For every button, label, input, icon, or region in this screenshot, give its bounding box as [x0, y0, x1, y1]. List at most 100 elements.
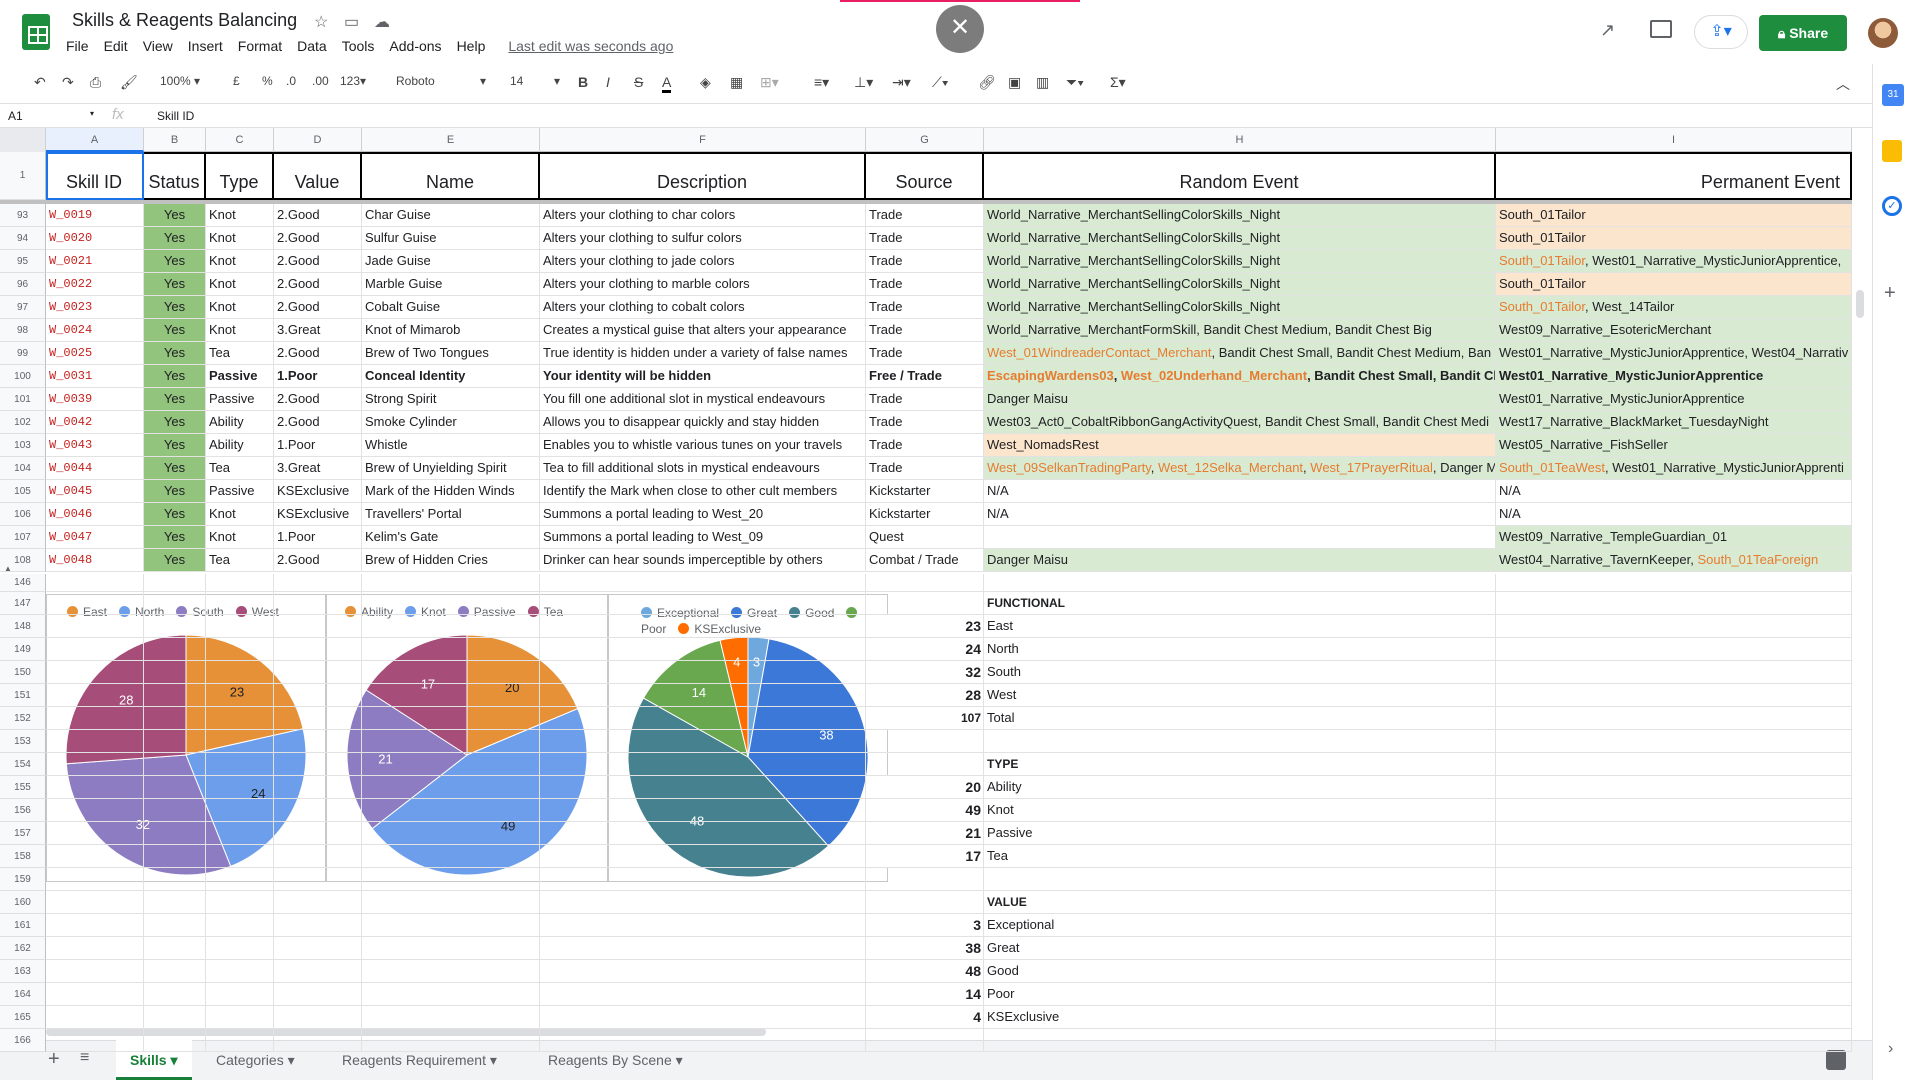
- italic-icon[interactable]: I: [606, 74, 610, 90]
- empty-cell[interactable]: [540, 638, 866, 661]
- cell-description[interactable]: Alters your clothing to char colors: [540, 204, 866, 227]
- empty-cell[interactable]: [1496, 776, 1852, 799]
- name-box[interactable]: A1 ▾: [8, 109, 94, 123]
- empty-cell[interactable]: [206, 638, 274, 661]
- print-icon[interactable]: ⎙: [90, 74, 101, 91]
- empty-cell[interactable]: [46, 868, 144, 891]
- empty-cell[interactable]: [206, 960, 274, 983]
- cell-value[interactable]: 2.Good: [274, 388, 362, 411]
- cell-description[interactable]: Summons a portal leading to West_09: [540, 526, 866, 549]
- empty-cell[interactable]: [540, 822, 866, 845]
- menu-help[interactable]: Help: [457, 38, 486, 54]
- functions-icon[interactable]: Σ▾: [1110, 74, 1126, 91]
- empty-cell[interactable]: [46, 914, 144, 937]
- empty-cell[interactable]: [362, 845, 540, 868]
- row-header[interactable]: 105: [0, 480, 46, 503]
- cell-description[interactable]: Creates a mystical guise that alters you…: [540, 319, 866, 342]
- empty-cell[interactable]: [144, 615, 206, 638]
- text-color-icon[interactable]: A: [662, 74, 672, 93]
- cell-description[interactable]: You fill one additional slot in mystical…: [540, 388, 866, 411]
- empty-cell[interactable]: [274, 1006, 362, 1029]
- cell-permanent-event[interactable]: South_01Tailor: [1496, 204, 1852, 227]
- add-addon-icon[interactable]: +: [1884, 282, 1896, 305]
- empty-cell[interactable]: [362, 822, 540, 845]
- cell-source[interactable]: Kickstarter: [866, 480, 984, 503]
- summary-count[interactable]: 38: [866, 937, 984, 960]
- empty-cell[interactable]: [144, 983, 206, 1006]
- empty-cell[interactable]: [144, 753, 206, 776]
- cell-name[interactable]: Mark of the Hidden Winds: [362, 480, 540, 503]
- cell-permanent-event[interactable]: South_01Tailor: [1496, 273, 1852, 296]
- empty-cell[interactable]: [540, 730, 866, 753]
- cell-skill-id[interactable]: W_0022: [46, 273, 144, 296]
- empty-cell[interactable]: [144, 661, 206, 684]
- menu-insert[interactable]: Insert: [188, 38, 223, 54]
- empty-cell[interactable]: [540, 592, 866, 615]
- empty-cell[interactable]: [46, 799, 144, 822]
- row-header[interactable]: 160: [0, 891, 46, 914]
- empty-cell[interactable]: [274, 983, 362, 1006]
- cell-permanent-event[interactable]: West09_Narrative_EsotericMerchant: [1496, 319, 1852, 342]
- avatar[interactable]: [1868, 18, 1898, 48]
- empty-cell[interactable]: [866, 730, 984, 753]
- empty-cell[interactable]: [274, 574, 362, 592]
- summary-count[interactable]: 49: [866, 799, 984, 822]
- cell-description[interactable]: Identify the Mark when close to other cu…: [540, 480, 866, 503]
- empty-cell[interactable]: [206, 1029, 274, 1052]
- cell-type[interactable]: Passive: [206, 365, 274, 388]
- row-header[interactable]: 162: [0, 937, 46, 960]
- empty-cell[interactable]: [1496, 684, 1852, 707]
- menu-view[interactable]: View: [143, 38, 173, 54]
- cell-random-event[interactable]: World_Narrative_MerchantSellingColorSkil…: [984, 250, 1496, 273]
- filter-icon[interactable]: ⏷▾: [1066, 74, 1084, 91]
- header-type[interactable]: Type: [206, 152, 274, 200]
- cell-value[interactable]: 3.Great: [274, 457, 362, 480]
- cell-random-event[interactable]: Danger Maisu: [984, 388, 1496, 411]
- empty-cell[interactable]: [206, 592, 274, 615]
- empty-cell[interactable]: [274, 937, 362, 960]
- empty-cell[interactable]: [206, 1006, 274, 1029]
- row-header[interactable]: 100: [0, 365, 46, 388]
- cell-type[interactable]: Knot: [206, 250, 274, 273]
- cell-name[interactable]: Cobalt Guise: [362, 296, 540, 319]
- empty-cell[interactable]: [46, 615, 144, 638]
- cell-name[interactable]: Conceal Identity: [362, 365, 540, 388]
- empty-cell[interactable]: [274, 615, 362, 638]
- cell-name[interactable]: Smoke Cylinder: [362, 411, 540, 434]
- header-skill-id[interactable]: Skill ID: [46, 152, 144, 200]
- row-header[interactable]: 164: [0, 983, 46, 1006]
- cell-skill-id[interactable]: W_0045: [46, 480, 144, 503]
- summary-count[interactable]: 14: [866, 983, 984, 1006]
- empty-cell[interactable]: [362, 638, 540, 661]
- cell-type[interactable]: Knot: [206, 296, 274, 319]
- row-header[interactable]: 102: [0, 411, 46, 434]
- cell-random-event[interactable]: World_Narrative_MerchantFormSkill, Bandi…: [984, 319, 1496, 342]
- cell-permanent-event[interactable]: South_01TeaWest, West01_Narrative_Mystic…: [1496, 457, 1852, 480]
- cell-random-event[interactable]: N/A: [984, 503, 1496, 526]
- column-header-c[interactable]: C: [206, 128, 274, 152]
- cell-source[interactable]: Trade: [866, 319, 984, 342]
- cell-value[interactable]: 1.Poor: [274, 365, 362, 388]
- cell-permanent-event[interactable]: N/A: [1496, 503, 1852, 526]
- cell-random-event[interactable]: World_Narrative_MerchantSellingColorSkil…: [984, 204, 1496, 227]
- cell-skill-id[interactable]: W_0046: [46, 503, 144, 526]
- empty-cell[interactable]: [540, 776, 866, 799]
- summary-label[interactable]: Great: [984, 937, 1496, 960]
- empty-cell[interactable]: [540, 707, 866, 730]
- empty-cell[interactable]: [1496, 799, 1852, 822]
- empty-cell[interactable]: [540, 661, 866, 684]
- column-header-i[interactable]: I: [1496, 128, 1852, 152]
- empty-cell[interactable]: [274, 799, 362, 822]
- empty-cell[interactable]: [362, 661, 540, 684]
- borders-icon[interactable]: ▦: [730, 74, 743, 91]
- cell-permanent-event[interactable]: West01_Narrative_MysticJuniorApprentice: [1496, 388, 1852, 411]
- empty-cell[interactable]: [540, 799, 866, 822]
- empty-cell[interactable]: [1496, 960, 1852, 983]
- summary-count[interactable]: 28: [866, 684, 984, 707]
- cell-status[interactable]: Yes: [144, 457, 206, 480]
- empty-cell[interactable]: [866, 891, 984, 914]
- cell-status[interactable]: Yes: [144, 204, 206, 227]
- cell-value[interactable]: 2.Good: [274, 273, 362, 296]
- row-header[interactable]: 165: [0, 1006, 46, 1029]
- empty-cell[interactable]: [206, 615, 274, 638]
